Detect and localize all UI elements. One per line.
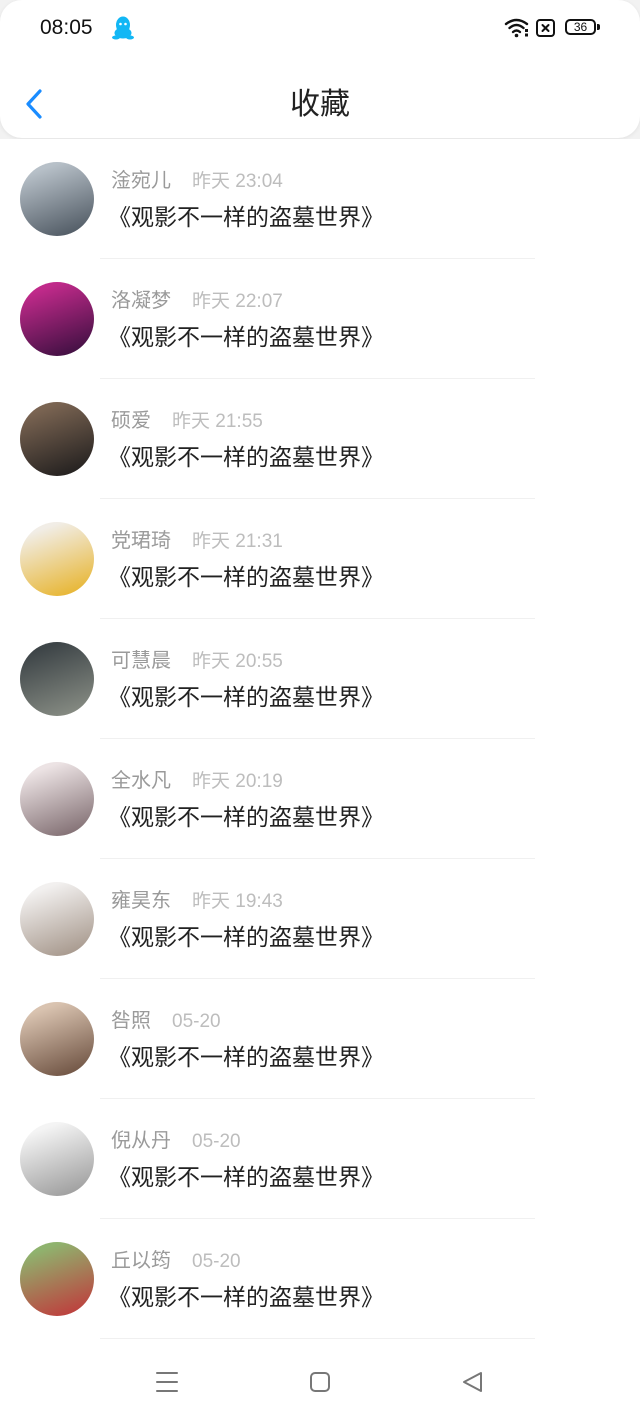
timestamp: 05-20 [192,1251,241,1272]
header: 08:05 36 收藏 [0,0,640,139]
author-name: 咎照 [111,1010,151,1032]
author-name: 可慧晨 [111,650,171,672]
list-item[interactable]: 雍昊东 昨天 19:43 《观影不一样的盗墓世界》 [0,859,640,979]
timestamp: 昨天 20:19 [192,771,283,792]
collections-screen: 08:05 36 收藏 淦宛儿 昨天 23:04 《观影不一样的盗墓世界》 洛凝… [0,0,640,1422]
item-meta: 硕爱 昨天 21:55 [111,408,263,434]
collection-title: 《观影不一样的盗墓世界》 [108,324,384,350]
item-meta: 全水凡 昨天 20:19 [111,768,283,794]
list-item[interactable]: 淦宛儿 昨天 23:04 《观影不一样的盗墓世界》 [0,139,640,259]
list-item[interactable]: 丘以筠 05-20 《观影不一样的盗墓世界》 [0,1219,640,1339]
list-item[interactable]: 可慧晨 昨天 20:55 《观影不一样的盗墓世界》 [0,619,640,739]
timestamp: 昨天 19:43 [192,891,283,912]
collection-title: 《观影不一样的盗墓世界》 [108,564,384,590]
author-name: 全水凡 [111,770,171,792]
author-name: 党珺琦 [111,530,171,552]
timestamp: 昨天 21:31 [192,531,283,552]
status-time: 08:05 [40,16,93,39]
menu-icon[interactable] [156,1371,178,1393]
timestamp: 昨天 21:55 [172,411,263,432]
avatar[interactable] [20,882,94,956]
item-meta: 丘以筠 05-20 [111,1248,241,1274]
avatar[interactable] [20,162,94,236]
collection-title: 《观影不一样的盗墓世界》 [108,924,384,950]
list-item[interactable]: 咎照 05-20 《观影不一样的盗墓世界》 [0,979,640,1099]
author-name: 淦宛儿 [111,170,171,192]
avatar[interactable] [20,1002,94,1076]
wifi-icon [504,18,529,38]
divider [100,1338,535,1339]
avatar[interactable] [20,1242,94,1316]
timestamp: 昨天 22:07 [192,291,283,312]
author-name: 硕爱 [111,410,151,432]
list-item[interactable]: 党珺琦 昨天 21:31 《观影不一样的盗墓世界》 [0,499,640,619]
list-item[interactable]: 洛凝梦 昨天 22:07 《观影不一样的盗墓世界》 [0,259,640,379]
qq-icon [112,16,134,40]
list-item[interactable]: 倪从丹 05-20 《观影不一样的盗墓世界》 [0,1099,640,1219]
header-card: 08:05 36 收藏 [0,0,640,138]
collection-title: 《观影不一样的盗墓世界》 [108,804,384,830]
item-meta: 淦宛儿 昨天 23:04 [111,168,283,194]
timestamp: 05-20 [172,1011,221,1032]
item-meta: 倪从丹 05-20 [111,1128,241,1154]
author-name: 雍昊东 [111,890,171,912]
list-item[interactable]: 硕爱 昨天 21:55 《观影不一样的盗墓世界》 [0,379,640,499]
item-meta: 党珺琦 昨天 21:31 [111,528,283,554]
favorites-list: 淦宛儿 昨天 23:04 《观影不一样的盗墓世界》 洛凝梦 昨天 22:07 《观影不一样… [0,139,640,1339]
timestamp: 昨天 20:55 [192,651,283,672]
collection-title: 《观影不一样的盗墓世界》 [108,204,384,230]
battery-level: 36 [573,20,588,34]
avatar[interactable] [20,642,94,716]
battery-icon: 36 [565,19,596,35]
sim-x-icon [536,19,555,37]
battery-nub [597,24,600,30]
avatar[interactable] [20,402,94,476]
avatar[interactable] [20,1122,94,1196]
avatar[interactable] [20,762,94,836]
collection-title: 《观影不一样的盗墓世界》 [108,1044,384,1070]
item-meta: 雍昊东 昨天 19:43 [111,888,283,914]
author-name: 洛凝梦 [111,290,171,312]
collection-title: 《观影不一样的盗墓世界》 [108,1164,384,1190]
item-meta: 可慧晨 昨天 20:55 [111,648,283,674]
list-item[interactable]: 全水凡 昨天 20:19 《观影不一样的盗墓世界》 [0,739,640,859]
item-meta: 咎照 05-20 [111,1008,221,1034]
author-name: 倪从丹 [111,1130,171,1152]
page-title: 收藏 [290,88,350,121]
collection-title: 《观影不一样的盗墓世界》 [108,444,384,470]
collection-title: 《观影不一样的盗墓世界》 [108,684,384,710]
system-nav-bar [0,1340,640,1422]
author-name: 丘以筠 [111,1250,171,1272]
home-icon[interactable] [310,1372,330,1392]
item-meta: 洛凝梦 昨天 22:07 [111,288,283,314]
avatar[interactable] [20,282,94,356]
avatar[interactable] [20,522,94,596]
timestamp: 05-20 [192,1131,241,1152]
collection-title: 《观影不一样的盗墓世界》 [108,1284,384,1310]
back-icon[interactable] [461,1371,483,1393]
timestamp: 昨天 23:04 [192,171,283,192]
